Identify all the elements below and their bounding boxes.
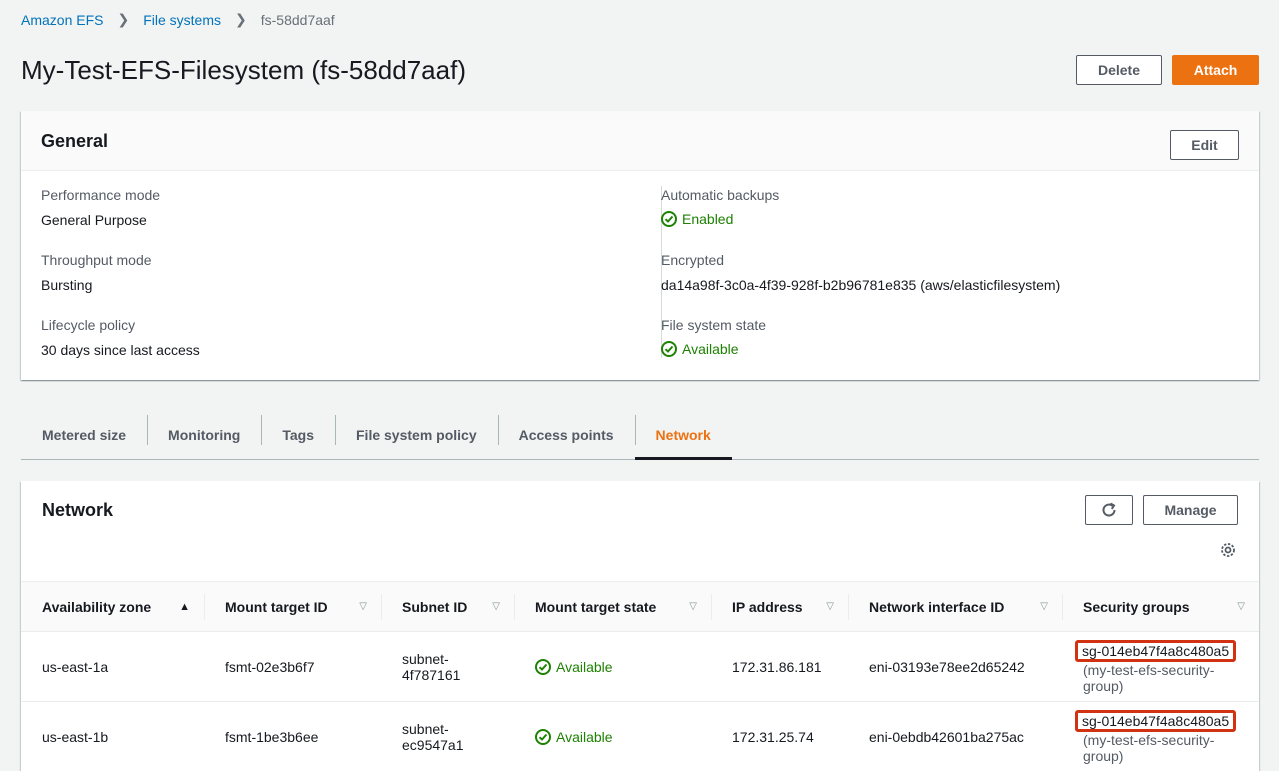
automatic-backups-status: Enabled bbox=[661, 211, 733, 227]
manage-button[interactable]: Manage bbox=[1143, 495, 1238, 525]
column-subnet-id[interactable]: Subnet ID ▽ bbox=[381, 581, 514, 632]
performance-mode-label: Performance mode bbox=[41, 187, 161, 203]
attach-button[interactable]: Attach bbox=[1172, 55, 1259, 85]
table-row: us-east-1b fsmt-1be3b6ee subnet-ec9547a1… bbox=[21, 701, 1259, 771]
network-panel: Network Manage Availability zone ▲ Mount … bbox=[21, 481, 1259, 771]
delete-button[interactable]: Delete bbox=[1076, 55, 1162, 85]
security-group-link[interactable]: sg-014eb47f4a8c480a5 bbox=[1075, 709, 1237, 732]
throughput-mode-label: Throughput mode bbox=[41, 252, 152, 268]
automatic-backups-label: Automatic backups bbox=[661, 187, 780, 203]
mount-target-id-cell: fsmt-02e3b6f7 bbox=[204, 631, 381, 702]
tab-monitoring[interactable]: Monitoring bbox=[147, 410, 261, 459]
network-interface-id-cell: eni-0ebdb42601ba275ac bbox=[848, 701, 1062, 771]
sort-ascending-icon: ▲ bbox=[179, 600, 190, 613]
sort-icon: ▽ bbox=[1040, 601, 1048, 612]
general-header: General Edit bbox=[21, 111, 1259, 171]
mount-target-id-cell: fsmt-1be3b6ee bbox=[204, 701, 381, 771]
mount-targets-table: Availability zone ▲ Mount target ID ▽ Subn… bbox=[21, 581, 1259, 771]
page-title: My-Test-EFS-Filesystem (fs-58dd7aaf) bbox=[21, 55, 466, 85]
file-system-state-value: Available bbox=[682, 341, 739, 357]
column-network-interface-id[interactable]: Network interface ID ▽ bbox=[848, 581, 1062, 632]
ip-address-cell: 172.31.86.181 bbox=[711, 631, 848, 702]
breadcrumb: Amazon EFS ❯ File systems ❯ fs-58dd7aaf bbox=[21, 11, 335, 28]
mount-target-state-cell: Available bbox=[514, 701, 711, 771]
gear-icon[interactable] bbox=[1220, 542, 1236, 558]
tab-file-system-policy[interactable]: File system policy bbox=[335, 410, 498, 459]
lifecycle-policy-value: 30 days since last access bbox=[41, 342, 200, 358]
chevron-right-icon: ❯ bbox=[117, 11, 130, 27]
encrypted-value: da14a98f-3c0a-4f39-928f-b2b96781e835 (aw… bbox=[661, 277, 1061, 293]
tab-access-points[interactable]: Access points bbox=[497, 410, 635, 459]
tab-tags[interactable]: Tags bbox=[261, 410, 335, 459]
file-system-state-label: File system state bbox=[661, 317, 767, 333]
column-mount-target-state[interactable]: Mount target state ▽ bbox=[514, 581, 711, 632]
security-groups-cell: sg-014eb47f4a8c480a5 (my-test-efs-securit… bbox=[1062, 701, 1259, 771]
edit-button[interactable]: Edit bbox=[1170, 130, 1239, 160]
breadcrumb-amazon-efs[interactable]: Amazon EFS bbox=[21, 12, 103, 28]
general-heading: General bbox=[41, 131, 109, 151]
chevron-right-icon: ❯ bbox=[235, 11, 247, 27]
breadcrumb-file-systems[interactable]: File systems bbox=[143, 12, 221, 28]
detail-tabs: Metered size Monitoring Tags File system… bbox=[21, 410, 1259, 460]
general-panel: General Edit Performance mode General Pu… bbox=[21, 111, 1259, 380]
sort-icon: ▽ bbox=[826, 601, 834, 612]
availability-zone-cell: us-east-1a bbox=[21, 631, 204, 702]
refresh-icon bbox=[1102, 502, 1116, 517]
breadcrumb-current: fs-58dd7aaf bbox=[260, 11, 335, 28]
sort-icon: ▽ bbox=[359, 601, 367, 612]
availability-zone-cell: us-east-1b bbox=[21, 701, 204, 771]
check-circle-icon bbox=[661, 211, 677, 227]
security-group-link[interactable]: sg-014eb47f4a8c480a5 bbox=[1075, 639, 1237, 662]
file-system-state-status: Available bbox=[661, 341, 739, 357]
network-interface-id-cell: eni-03193e78ee2d65242 bbox=[848, 631, 1062, 702]
subnet-id-cell: subnet-ec9547a1 bbox=[381, 701, 514, 771]
network-heading: Network bbox=[42, 500, 114, 520]
tab-metered-size[interactable]: Metered size bbox=[21, 410, 147, 459]
subnet-id-cell: subnet- 4f787161 bbox=[381, 631, 514, 702]
check-circle-icon bbox=[535, 658, 551, 675]
performance-mode-value: General Purpose bbox=[41, 212, 147, 228]
table-row: us-east-1a fsmt-02e3b6f7 subnet- 4f787161… bbox=[21, 631, 1259, 702]
ip-address-cell: 172.31.25.74 bbox=[711, 701, 848, 771]
mount-target-state-cell: Available bbox=[514, 631, 711, 702]
column-security-groups[interactable]: Security groups ▽ bbox=[1062, 581, 1259, 632]
lifecycle-policy-label: Lifecycle policy bbox=[41, 317, 136, 333]
sort-icon: ▽ bbox=[1237, 601, 1245, 612]
column-availability-zone[interactable]: Availability zone ▲ bbox=[21, 581, 204, 632]
automatic-backups-value: Enabled bbox=[682, 211, 734, 227]
security-groups-cell: sg-014eb47f4a8c480a5 (my-test-efs-securit… bbox=[1062, 631, 1259, 702]
check-circle-icon bbox=[535, 728, 551, 745]
check-circle-icon bbox=[661, 341, 677, 357]
column-ip-address[interactable]: IP address ▽ bbox=[711, 581, 848, 632]
column-mount-target-id[interactable]: Mount target ID ▽ bbox=[204, 581, 381, 632]
sort-icon: ▽ bbox=[492, 601, 500, 612]
encrypted-label: Encrypted bbox=[661, 252, 725, 268]
throughput-mode-value: Bursting bbox=[41, 277, 93, 293]
refresh-button[interactable] bbox=[1085, 495, 1133, 525]
table-header-row: Availability zone ▲ Mount target ID ▽ Subn… bbox=[21, 581, 1259, 632]
tab-network[interactable]: Network bbox=[634, 410, 733, 460]
sort-icon: ▽ bbox=[689, 601, 697, 612]
